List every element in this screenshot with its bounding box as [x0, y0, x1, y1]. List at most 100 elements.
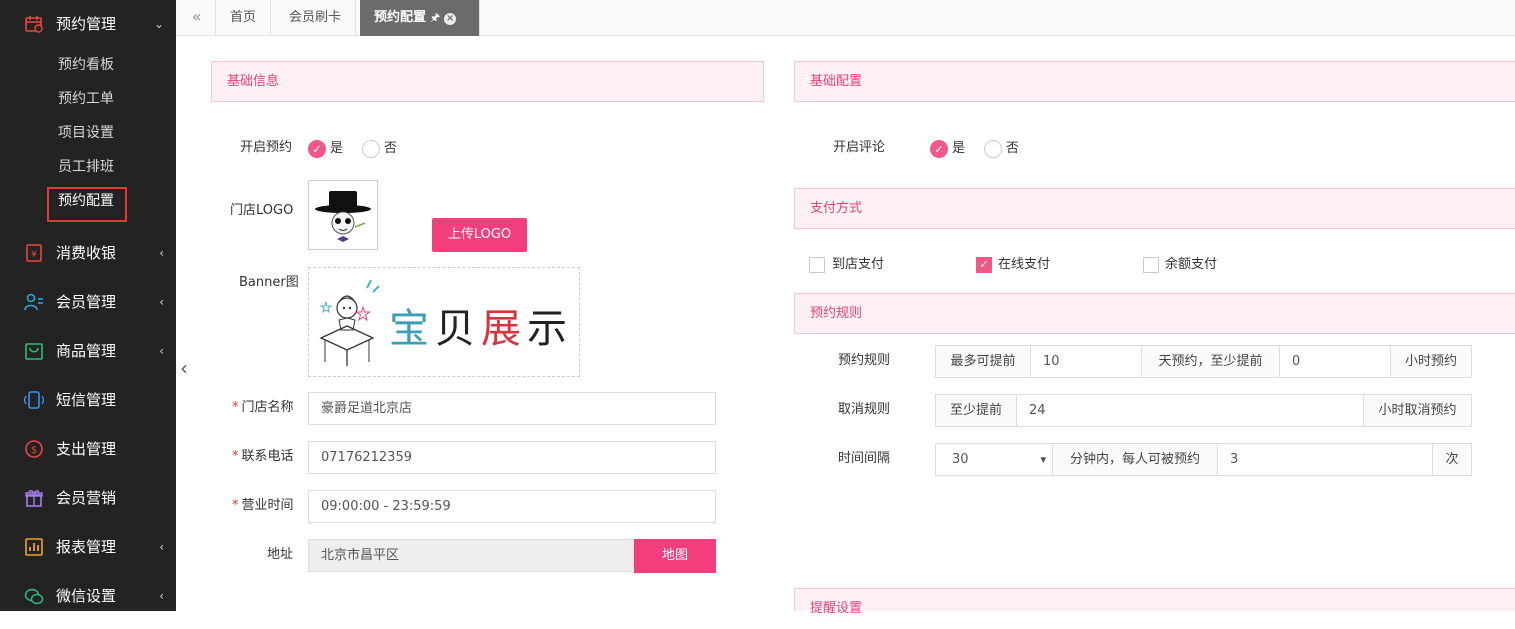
section-booking-rules: 预约规则	[794, 293, 1515, 334]
menu-label: 商品管理	[56, 342, 117, 360]
max-advance-days-input[interactable]: 10	[1030, 345, 1142, 378]
per-person-addon: 分钟内，每人可被预约	[1052, 443, 1218, 476]
menu-reports[interactable]: 报表管理 ‹	[0, 528, 176, 564]
pay-balance-checkbox[interactable]	[1143, 257, 1159, 273]
banner-text-3: 展	[481, 306, 521, 352]
checkbox-label: 余额支付	[1165, 257, 1218, 272]
map-button[interactable]: 地图	[634, 539, 716, 573]
menu-label: 短信管理	[56, 391, 117, 409]
tab-home[interactable]: 首页	[216, 0, 272, 36]
chevron-down-icon: ⌄	[153, 17, 164, 31]
booking-rule-label: 预约规则	[838, 353, 891, 368]
chevron-left-icon: ‹	[159, 540, 164, 554]
phone-input[interactable]: 07176212359	[308, 441, 716, 474]
per-person-count-input[interactable]: 3	[1217, 443, 1433, 476]
banner-text-4: 示	[527, 306, 567, 352]
section-title: 基础配置	[810, 74, 863, 89]
sub-item-staff-schedule[interactable]: 员工排班	[58, 157, 114, 177]
store-name-label: * 门店名称	[232, 400, 294, 415]
members-icon	[24, 293, 43, 311]
radio-label: 否	[1006, 141, 1020, 156]
menu-wechat[interactable]: 微信设置 ‹	[0, 577, 176, 611]
logo-illustration	[315, 191, 371, 242]
booking-yes-radio[interactable]: ✓	[308, 140, 326, 158]
menu-label: 消费收银	[56, 244, 117, 262]
address-label: 地址	[267, 547, 294, 562]
menu-members[interactable]: 会员管理 ‹	[0, 283, 176, 319]
review-no-radio[interactable]	[984, 140, 1002, 158]
business-hours-label: * 营业时间	[232, 498, 294, 513]
menu-label: 预约管理	[56, 15, 117, 33]
checkbox-label: 到店支付	[832, 257, 885, 272]
max-advance-addon: 最多可提前	[935, 345, 1031, 378]
cashier-icon: ¥	[26, 244, 42, 262]
sub-item-booking-orders[interactable]: 预约工单	[58, 89, 114, 109]
tab-booking-config[interactable]: 预约配置 🖈 ×	[360, 0, 480, 36]
store-name-input[interactable]: 豪爵足道北京店	[308, 392, 716, 425]
close-icon[interactable]: ×	[444, 13, 457, 25]
menu-expenses[interactable]: $ 支出管理	[0, 430, 176, 466]
upload-logo-button[interactable]: 上传LOGO	[432, 218, 527, 252]
menu-products[interactable]: 商品管理 ‹	[0, 332, 176, 368]
pin-icon[interactable]: 🖈	[430, 11, 440, 24]
menu-label: 微信设置	[56, 587, 117, 605]
menu-label: 会员营销	[56, 489, 117, 507]
address-input[interactable]: 北京市昌平区	[308, 539, 635, 572]
gift-icon	[25, 490, 43, 507]
collapse-tabs-button[interactable]: «	[178, 0, 216, 36]
tab-label: 会员刷卡	[289, 10, 342, 25]
sub-item-project-settings[interactable]: 项目设置	[58, 123, 114, 143]
banner-text-2: 贝	[435, 306, 475, 352]
business-hours-input[interactable]: 09:00:00 - 23:59:59	[308, 490, 716, 523]
wechat-icon	[24, 588, 44, 605]
report-icon	[25, 538, 43, 556]
calendar-icon	[25, 16, 43, 33]
section-basic-info: 基础信息	[211, 61, 764, 102]
enable-review-label: 开启评论	[833, 140, 886, 155]
pay-in-store-checkbox[interactable]	[809, 257, 825, 273]
at-least-addon: 至少提前	[935, 394, 1017, 427]
menu-booking-management[interactable]: 预约管理 ⌄	[0, 5, 176, 41]
sub-item-booking-config[interactable]: 预约配置	[58, 191, 114, 211]
tab-member-card[interactable]: 会员刷卡	[275, 0, 357, 36]
section-payment: 支付方式	[794, 188, 1515, 229]
banner-image-upload[interactable]: 宝 贝 展 示	[308, 267, 580, 377]
chevron-left-icon[interactable]: ‹	[180, 358, 188, 378]
menu-cashier[interactable]: ¥ 消费收银 ‹	[0, 234, 176, 270]
menu-label: 会员管理	[56, 293, 117, 311]
booking-no-radio[interactable]	[362, 140, 380, 158]
section-title: 提醒设置	[810, 601, 863, 616]
interval-value: 30	[952, 452, 969, 467]
phone-label: * 联系电话	[232, 449, 294, 464]
phone-icon	[24, 391, 44, 409]
menu-label: 报表管理	[56, 538, 117, 556]
interval-label: 时间间隔	[838, 451, 891, 466]
min-advance-addon: 天预约，至少提前	[1141, 345, 1280, 378]
review-yes-radio[interactable]: ✓	[930, 140, 948, 158]
tab-label: 预约配置	[374, 10, 427, 25]
section-title: 预约规则	[810, 306, 863, 321]
menu-sms[interactable]: 短信管理	[0, 381, 176, 417]
radio-label: 否	[384, 141, 398, 156]
cancel-hours-input[interactable]: 24	[1016, 394, 1364, 427]
hours-booking-addon: 小时预约	[1390, 345, 1472, 378]
svg-text:$: $	[31, 445, 37, 456]
chevron-left-icon: ‹	[159, 295, 164, 309]
menu-marketing[interactable]: 会员营销	[0, 479, 176, 515]
checkbox-label: 在线支付	[998, 257, 1051, 272]
chevron-left-icon: ‹	[159, 344, 164, 358]
times-addon: 次	[1432, 443, 1472, 476]
section-basic-config: 基础配置	[794, 61, 1515, 102]
interval-select[interactable]: 30 ▾	[935, 443, 1053, 476]
store-logo-image	[308, 180, 378, 250]
min-advance-hours-input[interactable]: 0	[1279, 345, 1391, 378]
section-title: 支付方式	[810, 201, 863, 216]
hours-cancel-addon: 小时取消预约	[1363, 394, 1472, 427]
sub-item-booking-board[interactable]: 预约看板	[58, 55, 114, 75]
pay-online-checkbox[interactable]: ✓	[976, 257, 992, 273]
enable-booking-label: 开启预约	[240, 140, 293, 155]
svg-text:¥: ¥	[31, 250, 37, 260]
banner-label: Banner图	[239, 275, 299, 290]
store-logo-label: 门店LOGO	[230, 203, 294, 218]
banner-text-1: 宝	[389, 306, 429, 352]
